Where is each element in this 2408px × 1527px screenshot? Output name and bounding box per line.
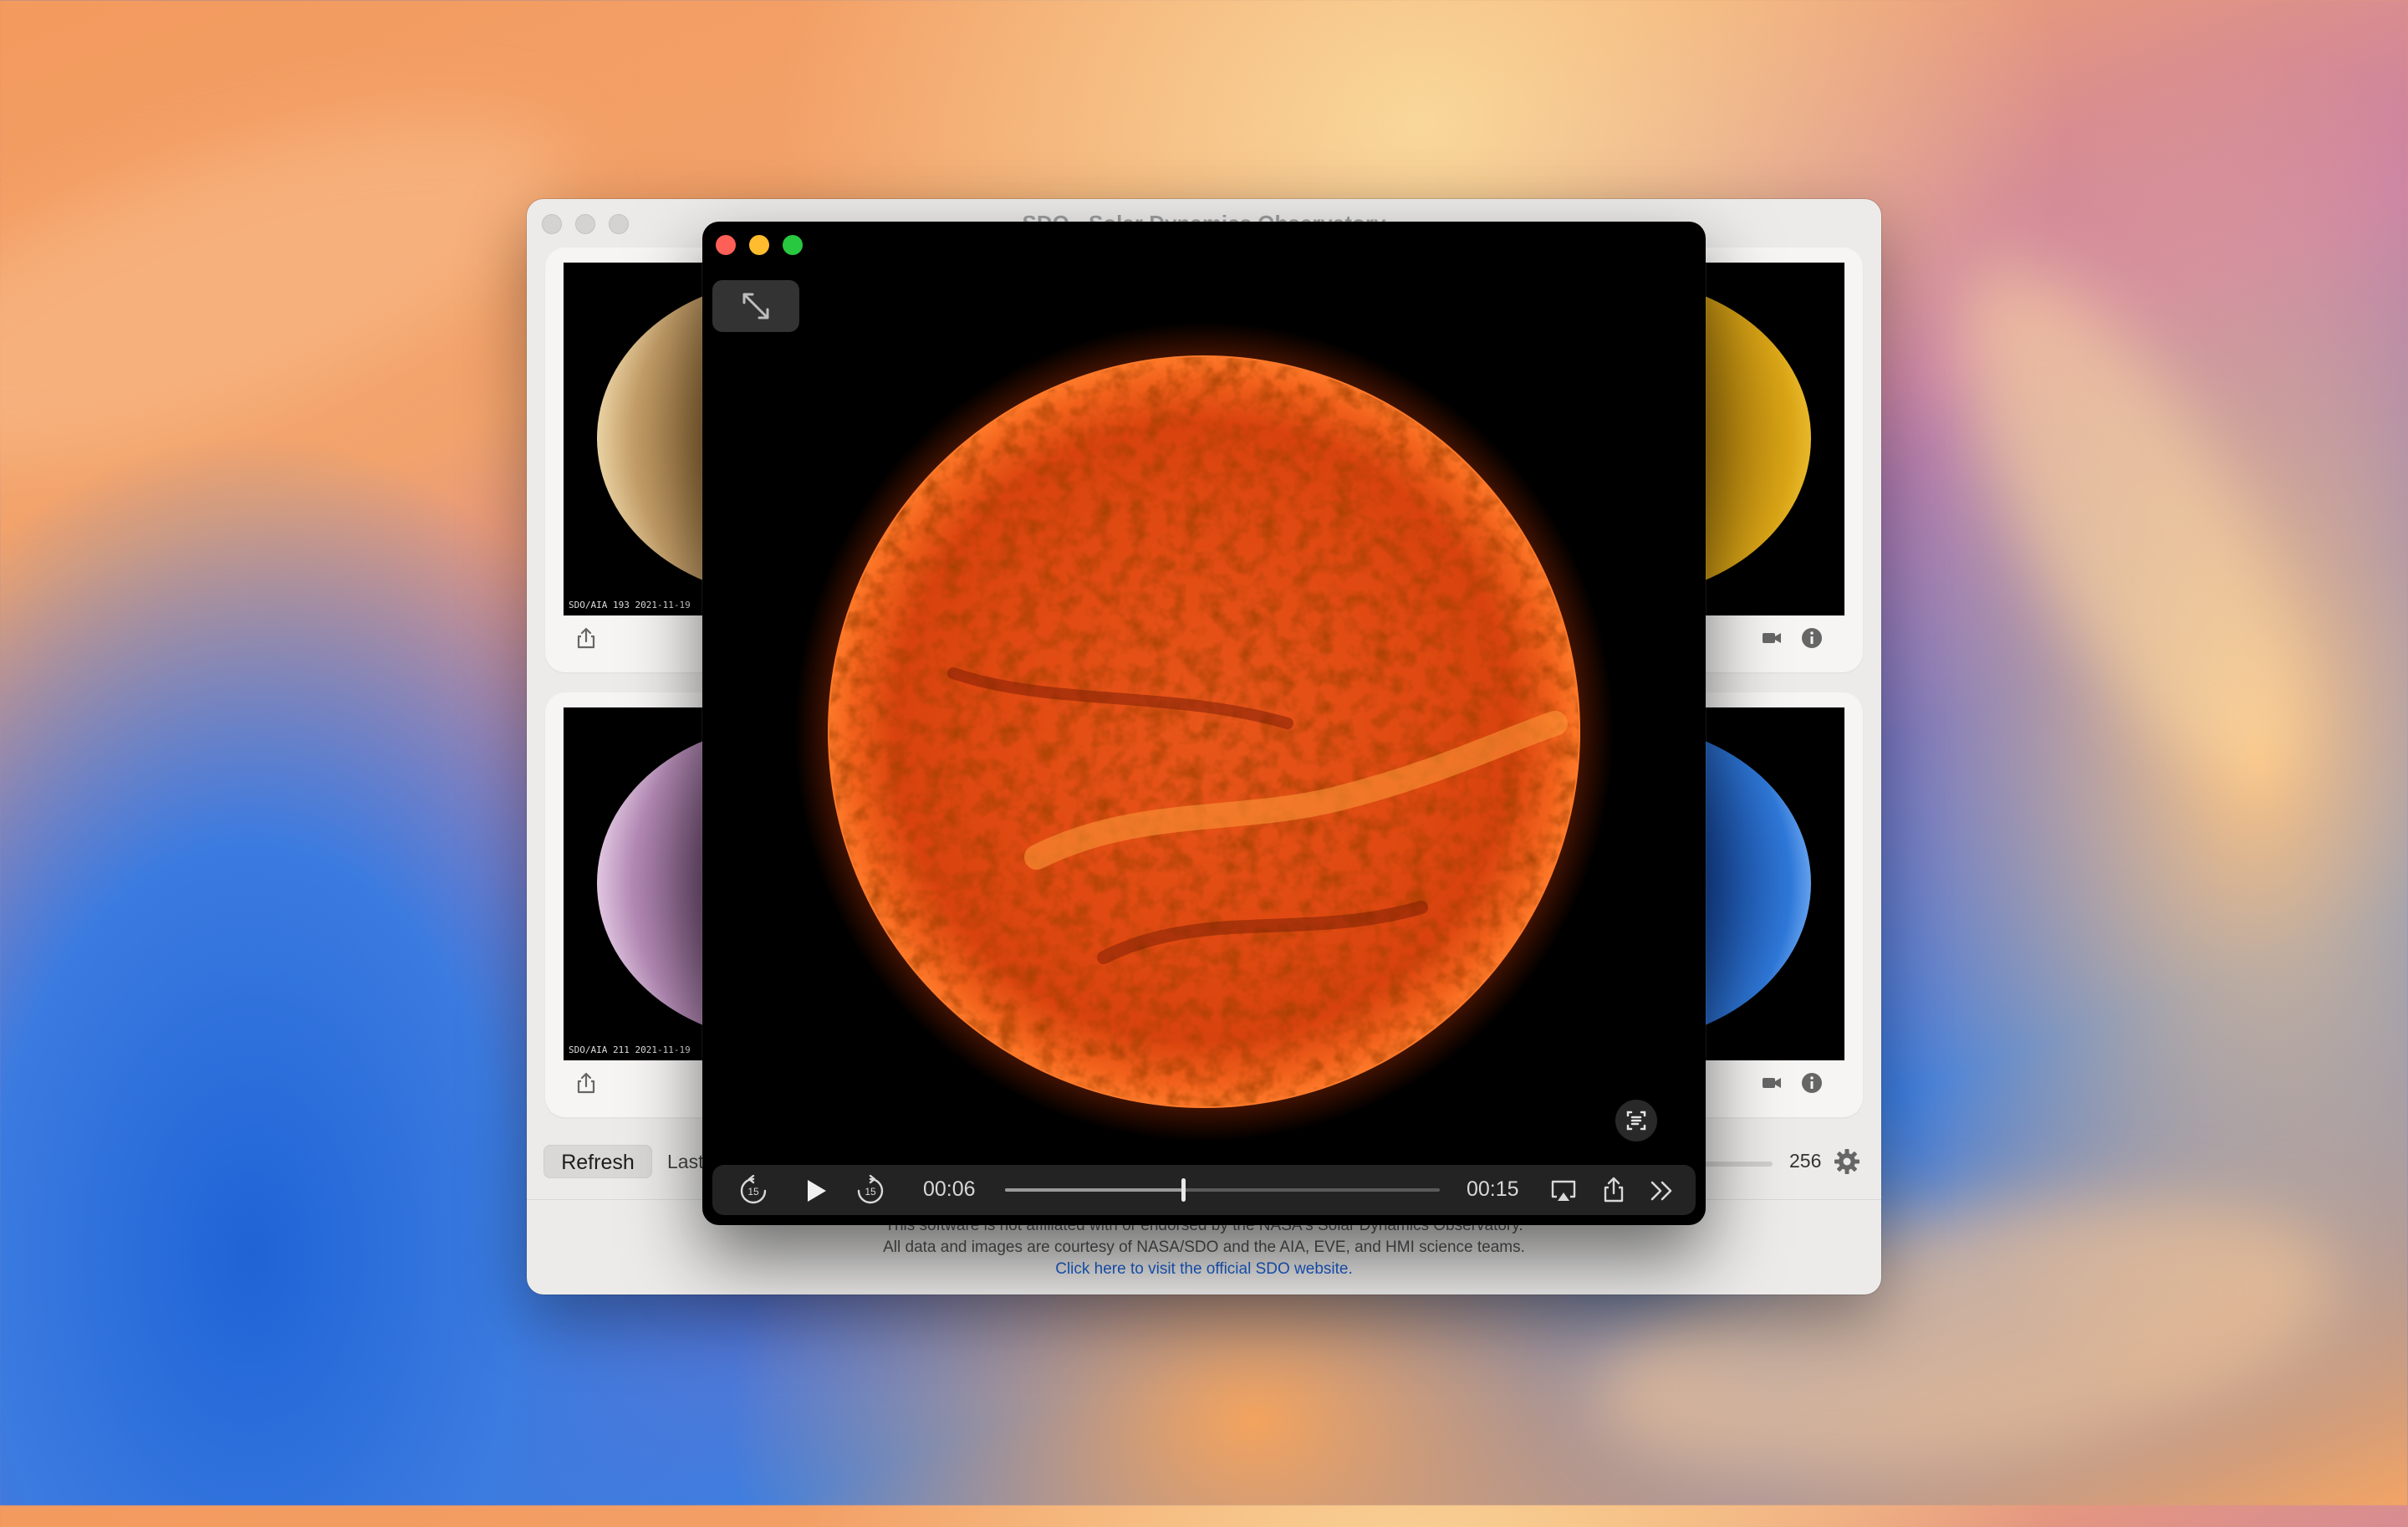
image-caption: SDO/AIA 211 2021-11-19: [569, 1044, 691, 1055]
resolution-slider[interactable]: [1697, 1162, 1773, 1167]
airplay-icon[interactable]: [1548, 1176, 1579, 1206]
sdo-website-link[interactable]: Click here to visit the official SDO web…: [527, 1259, 1881, 1280]
more-options-chevrons-icon[interactable]: [1647, 1177, 1677, 1205]
info-icon[interactable]: [1799, 1070, 1824, 1095]
share-icon[interactable]: [574, 1070, 599, 1095]
scrubber[interactable]: [1005, 1178, 1440, 1202]
footer-credits: All data and images are courtesy of NASA…: [883, 1238, 1525, 1256]
image-caption: SDO/AIA 193 2021-11-19: [569, 600, 691, 610]
info-icon[interactable]: [1799, 626, 1824, 651]
current-time: 00:06: [923, 1177, 976, 1201]
live-text-button[interactable]: [1615, 1100, 1657, 1141]
skip-forward-icon[interactable]: 15: [855, 1175, 886, 1207]
fullscreen-toggle-button[interactable]: [712, 280, 799, 332]
zoom-button[interactable]: [783, 235, 803, 255]
minimize-button[interactable]: [749, 235, 769, 255]
share-icon[interactable]: [1599, 1175, 1629, 1205]
refresh-button[interactable]: Refresh: [543, 1145, 652, 1178]
playback-controls: 15 15 00:06 00:15: [712, 1165, 1696, 1215]
expand-arrows-icon: [742, 293, 769, 319]
video-frame[interactable]: [702, 222, 1706, 1225]
play-icon[interactable]: [801, 1177, 829, 1205]
share-icon[interactable]: [574, 626, 599, 651]
last-updated-label: Last: [667, 1151, 704, 1172]
duration: 00:15: [1467, 1177, 1519, 1201]
wallpaper-streak: [1895, 217, 2370, 829]
video-player-window: 15 15 00:06 00:15: [702, 222, 1706, 1225]
skip-forward-seconds: 15: [865, 1186, 876, 1198]
resolution-value: 256: [1789, 1150, 1822, 1172]
sun-video-image: [794, 322, 1614, 1141]
video-camera-icon[interactable]: [1759, 1070, 1784, 1095]
gear-icon[interactable]: [1833, 1147, 1861, 1176]
close-button[interactable]: [716, 235, 736, 255]
scrubber-handle[interactable]: [1181, 1178, 1186, 1202]
skip-back-seconds: 15: [747, 1186, 759, 1198]
wallpaper-streak: [0, 46, 606, 539]
scrubber-progress: [1005, 1188, 1184, 1192]
live-text-icon: [1626, 1111, 1646, 1131]
skip-back-icon[interactable]: 15: [737, 1175, 769, 1207]
video-camera-icon[interactable]: [1759, 626, 1784, 651]
